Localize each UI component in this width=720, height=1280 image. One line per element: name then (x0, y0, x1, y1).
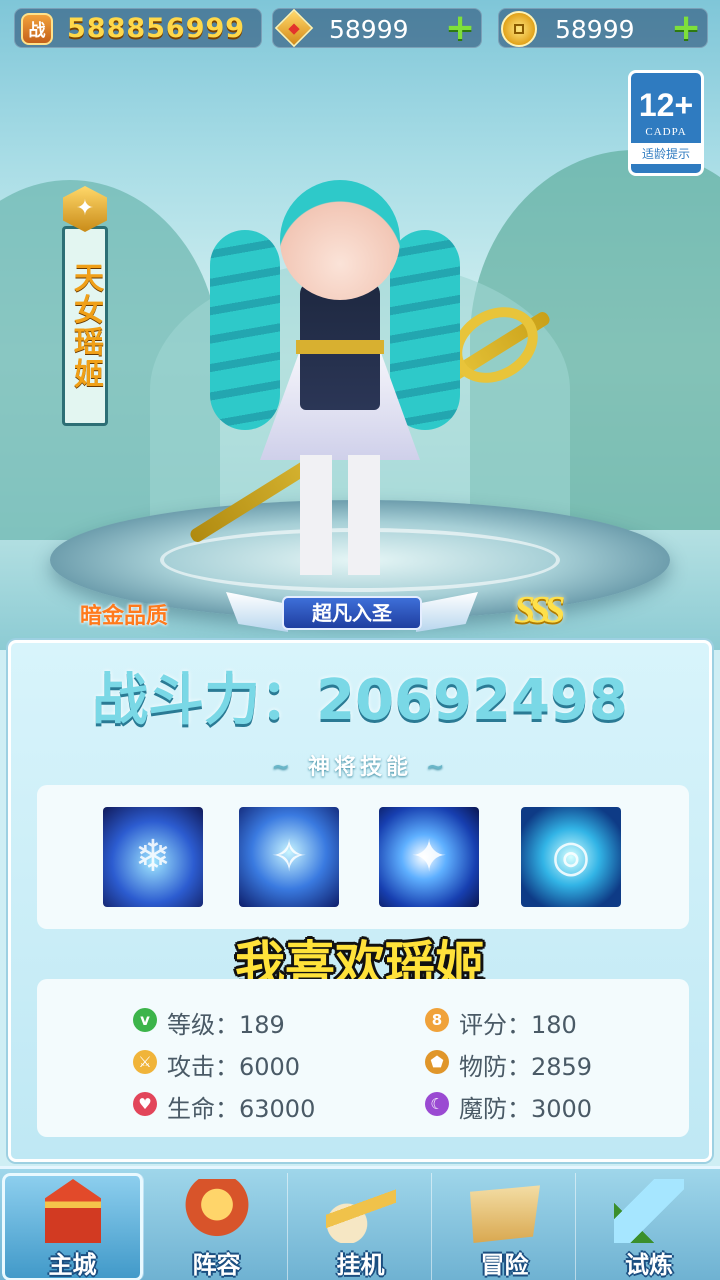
stats-list: v 等级：189 8 评分：180 ⚔ 攻击：6000 ⬟ 物防：2859 ♥ … (37, 979, 689, 1137)
coin-icon (501, 11, 537, 47)
stat-attack-text: 攻击：6000 (167, 1053, 301, 1081)
gem-display: 58999 + (272, 8, 482, 48)
idle-icon (326, 1179, 396, 1243)
skills-header: 神将技能 (11, 749, 709, 781)
gem-icon (274, 8, 314, 48)
nav-adventure[interactable]: 冒险 (434, 1173, 576, 1280)
stat-score-text: 评分：180 (459, 1011, 577, 1039)
score-icon: 8 (425, 1008, 449, 1032)
nav-trial[interactable]: 试炼 (578, 1173, 720, 1280)
head (280, 180, 400, 300)
combat-power-title: 战斗力：20692498 (92, 668, 628, 733)
combat-power-display: 战 588856999 (14, 8, 262, 48)
nav-label: 挂机 (336, 1251, 385, 1279)
hero-name-banner: 天女瑶姬 ✦ (60, 186, 110, 436)
bottom-navigation: 主城 阵容 挂机 冒险 试炼 (0, 1166, 720, 1280)
main-city-icon (45, 1179, 101, 1243)
gem-amount: 58999 (329, 15, 409, 44)
coin-display: 58999 + (498, 8, 708, 48)
lineup-icon (182, 1179, 252, 1243)
nav-label: 冒险 (480, 1251, 529, 1279)
combat-power-icon: 战 (21, 13, 53, 45)
age-rating-org: CADPA (645, 126, 687, 138)
rank-badge: 超凡入圣 (226, 590, 478, 634)
trial-icon (614, 1179, 684, 1243)
wing-left-icon (226, 592, 288, 632)
nav-idle[interactable]: 挂机 (290, 1173, 432, 1280)
nav-label: 阵容 (192, 1251, 241, 1279)
coin-amount: 58999 (555, 15, 635, 44)
legs (300, 455, 380, 575)
light-burst-skill-icon[interactable]: ✦ (379, 807, 479, 907)
total-combat-power: 588856999 (67, 13, 246, 44)
wing-right-icon (416, 592, 478, 632)
rank-label: 超凡入圣 (282, 596, 422, 630)
water-swirl-skill-icon[interactable]: ◎ (521, 807, 621, 907)
belt (296, 340, 384, 354)
nav-label: 试炼 (625, 1251, 673, 1279)
adventure-icon (470, 1185, 540, 1243)
stat-health-text: 生命：63000 (167, 1095, 316, 1123)
age-rating-badge[interactable]: 12+ CADPA 适龄提示 (628, 70, 704, 176)
health-icon: ♥ (133, 1092, 157, 1116)
add-coin-button[interactable]: + (671, 10, 701, 46)
add-gem-button[interactable]: + (445, 10, 475, 46)
stat-physical-defense-text: 物防：2859 (459, 1053, 593, 1081)
hair-right (390, 230, 460, 430)
attack-icon: ⚔ (133, 1050, 157, 1074)
hero-info-panel: 战斗力：20692498 神将技能 ❄ ✧ ✦ ◎ 我喜欢瑶姬 v 等级：189… (8, 640, 712, 1162)
magic-defense-icon: ☾ (425, 1092, 449, 1116)
level-icon: v (133, 1008, 157, 1032)
phoenix-skill-icon[interactable]: ✧ (239, 807, 339, 907)
ice-crystal-skill-icon[interactable]: ❄ (103, 807, 203, 907)
nav-main-city[interactable]: 主城 (2, 1173, 144, 1280)
nav-lineup[interactable]: 阵容 (146, 1173, 288, 1280)
nav-label: 主城 (48, 1251, 97, 1279)
stat-magic-defense-text: 魔防：3000 (459, 1095, 593, 1123)
stat-level-text: 等级：189 (167, 1011, 285, 1039)
hero-name: 天女瑶姬 (62, 226, 108, 426)
quality-label: 暗金品质 (80, 604, 169, 629)
grade-badge: SSS (514, 589, 565, 631)
hero-character[interactable] (188, 170, 552, 600)
hair-left (210, 230, 280, 430)
skills-list: ❄ ✧ ✦ ◎ (37, 785, 689, 929)
age-rating-tip: 适龄提示 (631, 143, 701, 164)
currency-bar: 战 588856999 58999 + 58999 + (0, 0, 720, 58)
physical-defense-icon: ⬟ (425, 1050, 449, 1074)
age-rating-value: 12+ (638, 87, 694, 123)
